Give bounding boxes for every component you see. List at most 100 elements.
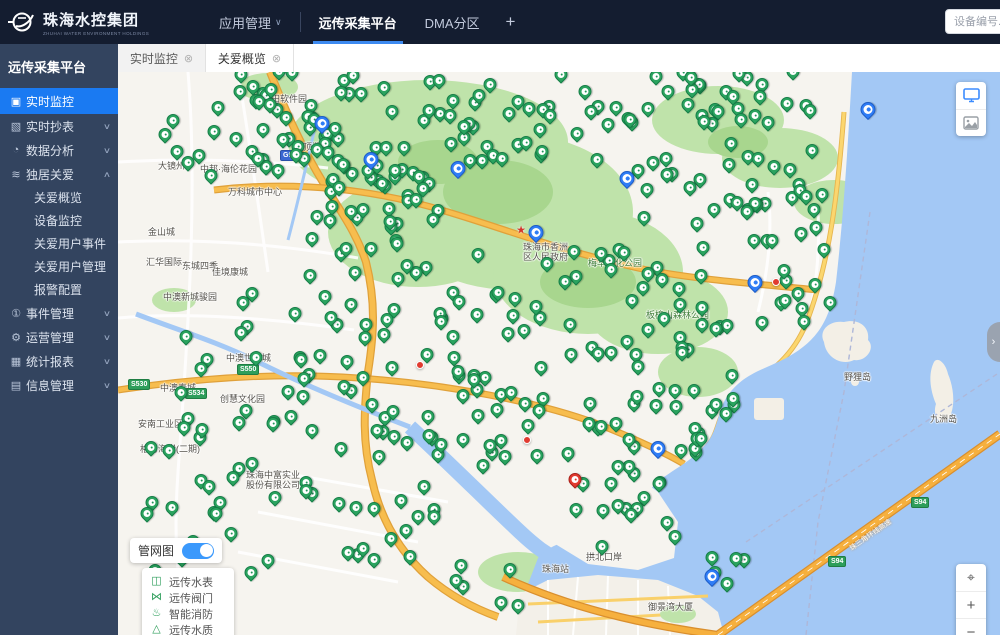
- sidebar-subitem-关爱用户管理[interactable]: 关爱用户管理: [0, 255, 118, 278]
- alarm-dot-marker[interactable]: [772, 278, 780, 286]
- pipe-network-toggle-box: 管网图: [130, 538, 222, 563]
- zoom-in-button[interactable]: +: [956, 591, 986, 618]
- tab-bar: 实时监控 ⊗ 关爱概览 ⊗: [118, 44, 1000, 72]
- sidebar-item-信息管理[interactable]: ▤信息管理∨: [0, 373, 118, 397]
- legend-item-远传阀门[interactable]: ⋈ 远传阀门: [150, 590, 226, 605]
- legend-item-label: 远传水表: [169, 574, 213, 590]
- tab-label: 关爱概览: [218, 50, 266, 67]
- satellite-view-button[interactable]: [956, 109, 986, 136]
- logo-title: 珠海水控集团: [43, 9, 149, 30]
- sidebar-item-数据分析[interactable]: ◔数据分析∨: [0, 138, 118, 162]
- map-label: 创慧文化园: [220, 394, 265, 404]
- chevron-down-icon: ∨: [103, 381, 111, 390]
- sidebar-subitem-关爱概览[interactable]: 关爱概览: [0, 186, 118, 209]
- map-label: 金山城: [148, 227, 175, 237]
- sidebar-item-运营管理[interactable]: ⚙运营管理∨: [0, 325, 118, 349]
- data-analysis-icon: ◔: [8, 144, 24, 156]
- sidebar-item-label: 事件管理: [26, 305, 104, 322]
- sidebar-subitem-关爱用户事件[interactable]: 关爱用户事件: [0, 232, 118, 255]
- care-icon: ≋: [8, 168, 24, 181]
- map-canvas[interactable]: 森田软件园云顶澜山大镜州中邦·海伦花园万科城市中心金山城汇华国际东城四季佳境康城…: [118, 72, 1000, 635]
- alarm-dot-marker[interactable]: [416, 361, 424, 369]
- legend-item-远传水质[interactable]: △ 远传水质: [150, 622, 226, 635]
- info-icon: ▤: [8, 379, 24, 392]
- nav-item-label: DMA分区: [425, 13, 480, 32]
- chevron-down-icon: ∨: [103, 122, 111, 131]
- road-badge: S534: [185, 388, 207, 399]
- legend-item-label: 远传阀门: [169, 590, 213, 606]
- nav-item-label: 远传采集平台: [319, 13, 397, 32]
- legend-item-远传水表[interactable]: ◫ 远传水表: [150, 574, 226, 589]
- report-icon: ▦: [8, 355, 24, 368]
- map-label: 中澳新城骏园: [163, 292, 217, 302]
- zoom-in-icon: +: [967, 597, 976, 614]
- logo-swirl-icon: [6, 7, 36, 37]
- legend-item-智能消防[interactable]: ♨智能消防: [150, 606, 226, 621]
- right-panel-handle[interactable]: ›: [987, 322, 1000, 362]
- company-logo: 珠海水控集团 ZHUHAI WATER ENVIRONMENT HOLDINGS: [0, 0, 205, 44]
- chevron-down-icon: ∨: [275, 17, 282, 28]
- nav-item-3[interactable]: DMA分区: [411, 0, 494, 44]
- sidebar-item-label: 统计报表: [26, 353, 104, 370]
- sidebar-item-label: 实时抄表: [26, 118, 104, 135]
- sidebar-item-事件管理[interactable]: ①事件管理∨: [0, 301, 118, 325]
- operation-icon: ⚙: [8, 331, 24, 344]
- nav-item-2[interactable]: 远传采集平台: [305, 0, 411, 44]
- tab-close-icon[interactable]: ⊗: [272, 52, 281, 65]
- map-label: 野狸岛: [844, 372, 871, 382]
- map-label: 佳境康城: [212, 267, 248, 277]
- chevron-up-icon: ∧: [103, 170, 111, 179]
- water-quality-icon: △: [150, 623, 163, 635]
- chevron-down-icon: ∨: [103, 309, 111, 318]
- chevron-down-icon: ∨: [103, 357, 111, 366]
- logo-subtitle: ZHUHAI WATER ENVIRONMENT HOLDINGS: [43, 31, 149, 36]
- alarm-dot-marker[interactable]: [523, 436, 531, 444]
- fire-hydrant-icon: ♨: [150, 607, 163, 620]
- map-label: 珠海站: [542, 564, 569, 574]
- sidebar-item-独居关爱[interactable]: ≋独居关爱∧: [0, 162, 118, 186]
- nav-add-tab-button[interactable]: +: [494, 0, 528, 44]
- tab-close-icon[interactable]: ⊗: [184, 52, 193, 65]
- road-badge: S94: [911, 497, 929, 508]
- nav-item-0[interactable]: 应用管理 ∨: [205, 0, 296, 44]
- map-type-control: [956, 82, 986, 136]
- government-star-icon: ★: [516, 224, 526, 237]
- sidebar-item-统计报表[interactable]: ▦统计报表∨: [0, 349, 118, 373]
- locate-button[interactable]: ⌖: [956, 564, 986, 591]
- sidebar-item-实时抄表[interactable]: ▧实时抄表∨: [0, 114, 118, 138]
- map-label: 九洲岛: [930, 414, 957, 424]
- app-header: 珠海水控集团 ZHUHAI WATER ENVIRONMENT HOLDINGS…: [0, 0, 1000, 44]
- zoom-control: ⌖ + −: [956, 564, 986, 635]
- top-nav: 应用管理 ∨ 远传采集平台 DMA分区 +: [205, 0, 527, 44]
- water-meter-icon: ◫: [150, 575, 163, 588]
- chevron-right-icon: ›: [992, 336, 996, 348]
- legend-panel: ◫远传水表⋈远传阀门♨智能消防△远传水质◔远传压力: [142, 568, 234, 635]
- sidebar-item-label: 数据分析: [26, 142, 104, 159]
- nav-divider: [300, 12, 301, 32]
- sidebar: 远传采集平台 ▣实时监控▧实时抄表∨◔数据分析∨≋独居关爱∧关爱概览设备监控关爱…: [0, 44, 118, 635]
- road-badge: S530: [128, 379, 150, 390]
- map-label: 万科城市中心: [228, 187, 282, 197]
- zoom-out-icon: −: [967, 624, 976, 635]
- valve-icon: ⋈: [150, 591, 163, 604]
- chevron-down-icon: ∨: [103, 146, 111, 155]
- sidebar-subitem-设备监控[interactable]: 设备监控: [0, 209, 118, 232]
- chevron-down-icon: ∨: [103, 333, 111, 342]
- tab-实时监控[interactable]: 实时监控 ⊗: [118, 44, 206, 72]
- sidebar-subitem-报警配置[interactable]: 报警配置: [0, 278, 118, 301]
- nav-item-label: 应用管理: [219, 13, 271, 32]
- map-2d-button[interactable]: [956, 82, 986, 109]
- pipe-network-toggle[interactable]: [182, 543, 214, 559]
- map-label: 汇华国际: [146, 257, 182, 267]
- meter-read-icon: ▧: [8, 120, 24, 133]
- legend-item-label: 远传水质: [169, 622, 213, 635]
- tab-关爱概览[interactable]: 关爱概览 ⊗: [206, 44, 294, 72]
- road-badge: S94: [828, 556, 846, 567]
- zoom-out-button[interactable]: −: [956, 618, 986, 635]
- sidebar-title: 远传采集平台: [0, 44, 118, 88]
- sidebar-item-label: 独居关爱: [26, 166, 104, 183]
- map-label: 珠海中富实业 股份有限公司: [246, 470, 300, 490]
- sidebar-item-实时监控[interactable]: ▣实时监控: [0, 88, 118, 114]
- tab-label: 实时监控: [130, 50, 178, 67]
- device-search-input[interactable]: [945, 9, 1000, 34]
